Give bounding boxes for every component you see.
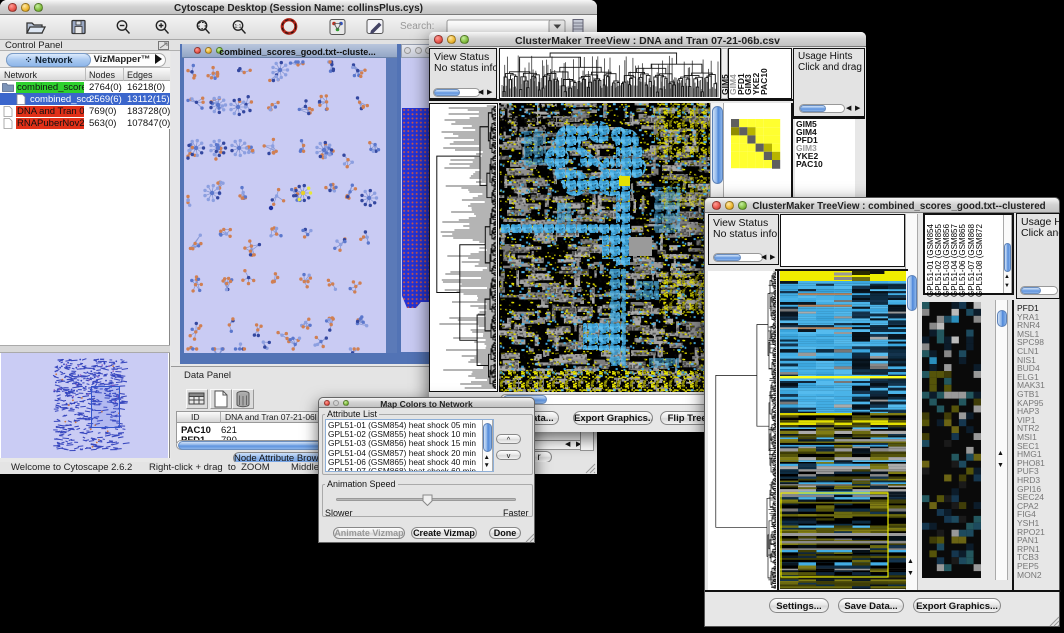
svg-text:Search:: Search:: [400, 21, 434, 32]
svg-text:1:1: 1:1: [235, 24, 242, 30]
